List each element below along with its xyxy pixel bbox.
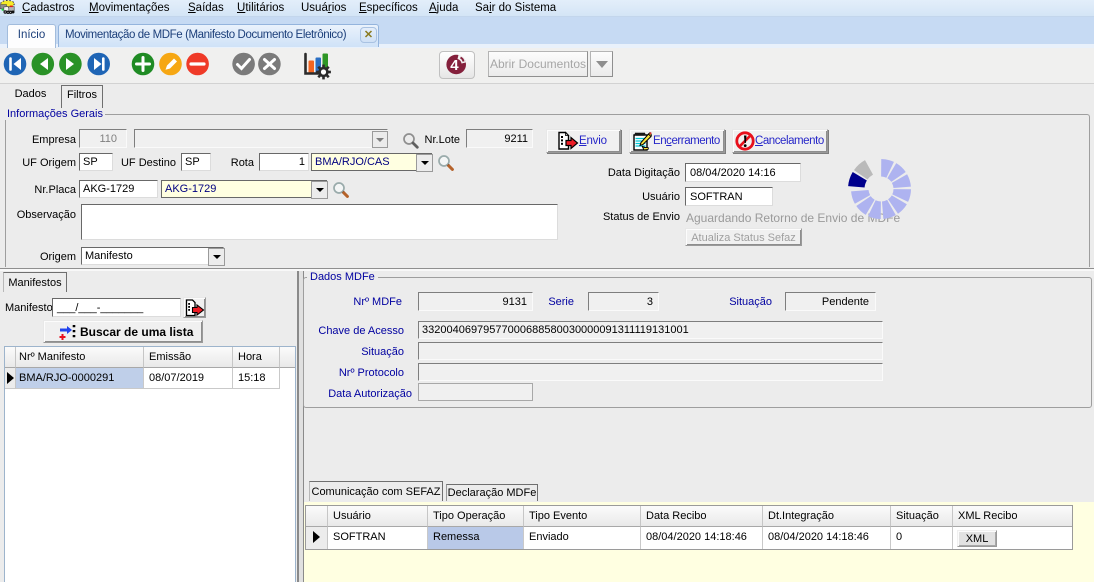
svg-text:4: 4: [450, 57, 459, 74]
